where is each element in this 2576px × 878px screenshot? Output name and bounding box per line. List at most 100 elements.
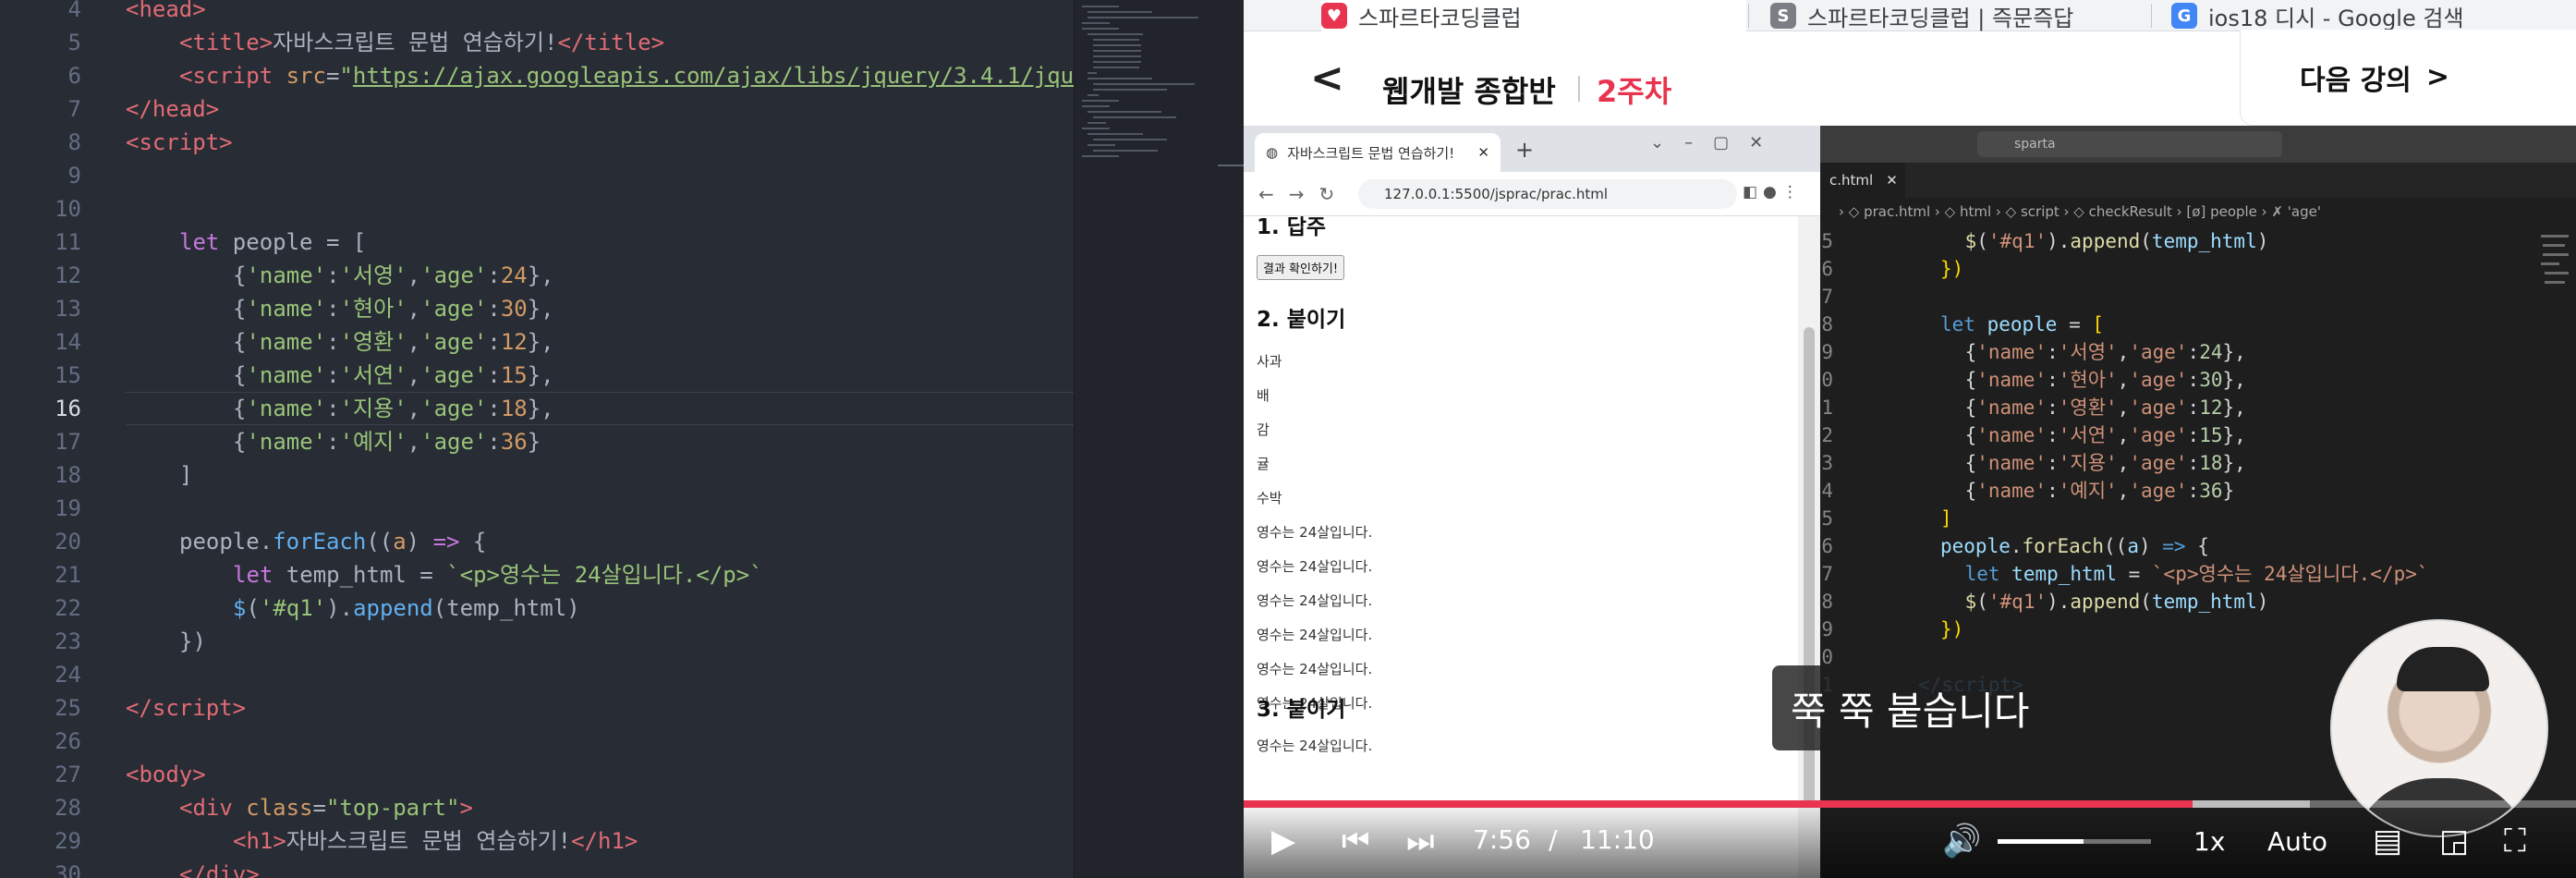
code-line[interactable]: {'name':'영환','age':12},	[233, 325, 554, 359]
vscode-code-line: $('#q1').append(temp_html)	[1964, 230, 2269, 252]
code-line[interactable]: })	[179, 625, 206, 658]
picture-in-picture-icon[interactable]: ◲	[2439, 823, 2469, 860]
vscode-search-text: sparta	[2014, 137, 2056, 152]
volume-slider[interactable]	[1998, 839, 2151, 844]
vscode-code-line: $('#q1').append(temp_html)	[1964, 591, 2269, 613]
vscode-code-line: let people = [	[1940, 313, 2105, 335]
code-line[interactable]: $('#q1').append(temp_html)	[233, 591, 580, 625]
code-line[interactable]: <title>자바스크립트 문법 연습하기!</title>	[179, 26, 664, 59]
code-line[interactable]: </head>	[126, 92, 219, 126]
code-line[interactable]: <script src="https://ajax.googleapis.com…	[179, 59, 1074, 92]
progress-bar[interactable]	[1244, 800, 2576, 808]
vscode-line-number: 3	[1821, 452, 1833, 474]
volume-icon[interactable]: 🔊	[1942, 823, 1981, 860]
window-controls-icon: ⌄–▢✕	[1650, 133, 1784, 152]
code-line[interactable]: {'name':'서연','age':15},	[233, 359, 554, 392]
line-number: 17	[55, 429, 81, 455]
fruit-item: 사과	[1257, 353, 1282, 370]
line-number: 13	[55, 296, 81, 322]
line-number: 10	[55, 196, 81, 222]
minimap-line	[1088, 33, 1143, 35]
code-line[interactable]: {'name':'서영','age':24},	[233, 259, 554, 292]
inner-page-content: 1. 답주 결과 확인하기! 2. 붙이기 사과 배 감 귤 수박 영수는 24살입니다…	[1244, 216, 1798, 878]
code-line[interactable]: ]	[179, 458, 192, 492]
breadcrumb-text: › ◇ prac.html › ◇ html › ◇ script › ◇ ch…	[1839, 203, 2321, 220]
video-frame-browser: ◍ 자바스크립트 문법 연습하기! ✕ + ⌄–▢✕ ←→↻ 127.0.0.1…	[1244, 126, 1820, 878]
sentence-item: 영수는 24살입니다.	[1257, 558, 1373, 575]
line-number: 18	[55, 462, 81, 488]
vscode-line-number: 8	[1821, 313, 1833, 335]
browser-tab[interactable]: S 스파르타코딩클럽 | 즉문즉답	[1770, 0, 2149, 31]
minimap-line	[1082, 28, 1119, 30]
line-number: 5	[67, 30, 81, 55]
minimap-line	[1088, 72, 1097, 74]
minimap-line	[1093, 50, 1141, 52]
code-line[interactable]: {'name':'지용','age':18},	[233, 392, 554, 425]
inner-url: 127.0.0.1:5500/jsprac/prac.html	[1384, 186, 1609, 202]
play-icon[interactable]: ▶	[1271, 823, 1295, 860]
code-line[interactable]: </script>	[126, 691, 246, 725]
minimap-line	[1088, 144, 1115, 146]
vscode-tabs: c.html ✕	[1820, 163, 2576, 198]
sparta-logo-icon: ♥	[1321, 3, 1347, 29]
next-lesson-button[interactable]: 다음 강의 >	[2240, 30, 2576, 126]
code-editor[interactable]: 4 <head> 5 <title>자바스크립트 문법 연습하기!</title> 6 <…	[0, 0, 1074, 878]
minimap-line	[1093, 150, 1158, 152]
close-icon: ✕	[1886, 172, 1898, 189]
skip-forward-icon[interactable]: ⏭	[1406, 823, 1435, 860]
tab-separator	[1748, 4, 1749, 28]
code-line[interactable]: people.forEach((a) => {	[179, 525, 486, 558]
vscode-line-number: 4	[1821, 480, 1833, 502]
pane-splitter[interactable]	[1218, 165, 1244, 166]
video-player[interactable]: ◍ 자바스크립트 문법 연습하기! ✕ + ⌄–▢✕ ←→↻ 127.0.0.1…	[1244, 126, 2576, 878]
browser-tab[interactable]: ♥ 스파르타코딩클럽	[1321, 0, 1746, 31]
code-line[interactable]: let people = [	[179, 226, 366, 259]
skip-back-icon[interactable]: ⏮	[1342, 823, 1370, 860]
line-number: 4	[67, 0, 81, 22]
code-line[interactable]: </div>	[179, 858, 260, 878]
minimap-line	[1082, 128, 1110, 129]
line-number: 30	[55, 861, 81, 878]
minimap-line	[1082, 22, 1110, 24]
subtitles-icon[interactable]: ▤	[2373, 823, 2402, 860]
fullscreen-icon[interactable]: ⛶	[2504, 823, 2526, 860]
section-heading-1: 1. 답주	[1257, 216, 1327, 239]
code-line[interactable]: <div class="top-part">	[179, 791, 473, 824]
fruit-item: 수박	[1257, 490, 1282, 506]
minimap[interactable]	[1074, 0, 1244, 878]
browser-tab[interactable]: Gios18 디시 - Google 검색	[2171, 0, 2576, 31]
minimap-line	[1082, 6, 1119, 7]
sentence-item: 영수는 24살입니다.	[1257, 627, 1373, 643]
code-line[interactable]: <head>	[126, 0, 206, 26]
speed-button[interactable]: 1x	[2193, 826, 2225, 857]
vscode-line-number: 7	[1821, 286, 1833, 308]
line-number: 15	[55, 362, 81, 388]
vscode-line-number: 5	[1821, 230, 1833, 252]
minimap-line	[1093, 55, 1141, 57]
vscode-minimap	[2541, 235, 2569, 284]
week-label: 2주차	[1597, 74, 1672, 109]
inner-browser-tab: ◍ 자바스크립트 문법 연습하기! ✕	[1255, 133, 1501, 172]
line-number: 12	[55, 262, 81, 288]
back-button[interactable]: <	[1310, 55, 1344, 102]
code-line[interactable]: let temp_html = `<p>영수는 24살입니다.</p>`	[233, 558, 763, 591]
vscode-line-number: 1	[1821, 396, 1833, 419]
quality-button[interactable]: Auto	[2267, 826, 2327, 857]
subtitle-caption: 쭉 쭉 붙습니다	[1772, 665, 2048, 750]
vscode-code-line: })	[1940, 618, 1964, 640]
code-line[interactable]: {'name':'예지','age':36}	[233, 425, 541, 458]
minimap-line	[1088, 94, 1099, 96]
code-line[interactable]: <script>	[126, 126, 233, 159]
section-heading-3: 3. 붙이기	[1257, 698, 1346, 722]
lecture-header: < 웹개발 종합반 2주차 다음 강의 >	[1244, 30, 2576, 126]
line-number: 23	[55, 628, 81, 654]
code-line[interactable]: {'name':'현아','age':30},	[233, 292, 554, 325]
fruit-item: 배	[1257, 387, 1270, 404]
minimap-line	[1088, 111, 1161, 113]
line-number: 19	[55, 495, 81, 521]
result-check-button: 결과 확인하기!	[1257, 255, 1345, 280]
browser-tab-label: ios18 디시 - Google 검색	[2208, 5, 2464, 31]
code-line[interactable]: <body>	[126, 758, 206, 791]
code-line[interactable]: <h1>자바스크립트 문법 연습하기!</h1>	[233, 824, 638, 858]
line-number: 21	[55, 562, 81, 588]
